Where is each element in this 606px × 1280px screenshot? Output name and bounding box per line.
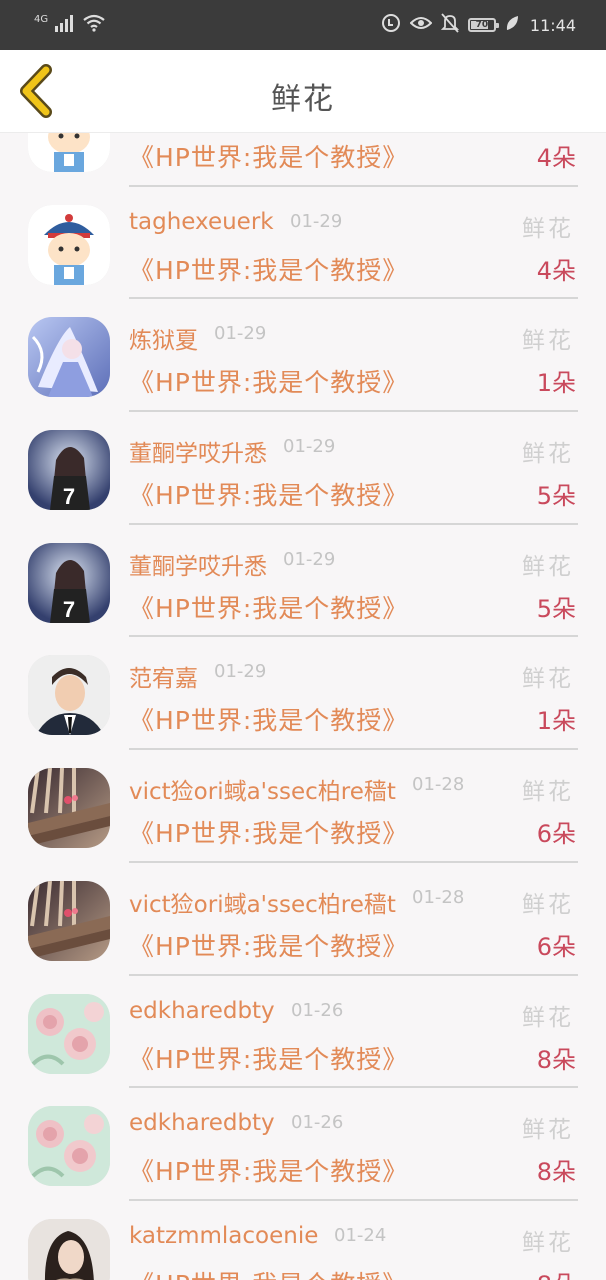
avatar[interactable] — [28, 204, 110, 285]
network-type: 4G — [34, 13, 49, 25]
user-name: taghexeuerk — [129, 208, 274, 235]
gift-date: 01-29 — [214, 661, 267, 683]
book-title: 《HP世界:我是个教授》 — [129, 931, 409, 961]
list-item[interactable]: 鲜花《HP世界:我是个教授》4朵 — [0, 132, 606, 187]
avatar[interactable] — [28, 1106, 110, 1187]
user-name: 董酮学哎升悉 — [129, 553, 267, 580]
clock: 11:44 — [529, 15, 576, 35]
mute-icon — [440, 13, 460, 37]
battery-icon: 70 — [467, 18, 499, 32]
signal-icon — [54, 14, 76, 36]
eye-icon — [409, 15, 433, 35]
avatar[interactable] — [28, 132, 110, 172]
user-name: katzmmlacoenie — [129, 1222, 319, 1249]
book-title: 《HP世界:我是个教授》 — [129, 1044, 409, 1074]
gift-type: 鲜花 — [522, 891, 574, 918]
book-title: 《HP世界:我是个教授》 — [129, 1157, 409, 1187]
book-title: 《HP世界:我是个教授》 — [129, 143, 409, 172]
page-title: 鲜花 — [271, 82, 335, 117]
book-title: 《HP世界:我是个教授》 — [129, 593, 409, 623]
svg-text:7: 7 — [63, 484, 75, 509]
gift-type: 鲜花 — [522, 328, 574, 355]
avatar[interactable] — [28, 880, 110, 961]
avatar[interactable] — [28, 768, 110, 849]
flower-count: 8朵 — [536, 1158, 576, 1187]
avatar[interactable]: 7 — [28, 430, 110, 511]
flower-count: 5朵 — [536, 594, 576, 623]
gift-type: 鲜花 — [522, 441, 574, 468]
book-title: 《HP世界:我是个教授》 — [129, 368, 409, 398]
flower-count: 5朵 — [536, 482, 576, 511]
flower-count: 1朵 — [536, 707, 576, 736]
book-title: 《HP世界:我是个教授》 — [129, 255, 409, 285]
book-title: 《HP世界:我是个教授》 — [129, 481, 409, 511]
user-name: vict猃ori蜮a'ssec柏re穑t — [129, 779, 396, 806]
list-item[interactable]: 7 董酮学哎升悉 01-29 鲜花《HP世界:我是个教授》 5朵 — [0, 525, 606, 638]
gift-date: 01-29 — [283, 548, 336, 570]
list-item[interactable]: 炼狱夏 01-29 鲜花《HP世界:我是个教授》 1朵 — [0, 299, 606, 413]
flower-count: 6朵 — [536, 820, 576, 849]
list-item[interactable]: vict猃ori蜮a'ssec柏re穑t 01-28 鲜花《HP世界:我是个教授》 6… — [0, 750, 606, 863]
user-name: 董酮学哎升悉 — [129, 441, 267, 468]
book-title: 《HP世界:我是个教授》 — [129, 1265, 408, 1280]
user-name: edkharedbty — [129, 1110, 275, 1137]
avatar[interactable] — [28, 1218, 110, 1280]
gift-date: 01-29 — [214, 323, 267, 345]
app-bar: 鲜花 — [0, 50, 606, 133]
gift-type: 鲜花 — [522, 666, 574, 693]
gift-date: 01-29 — [290, 210, 343, 232]
leaf-icon — [505, 15, 519, 35]
gift-type: 鲜花 — [522, 1004, 574, 1031]
list-item[interactable]: 7 董酮学哎升悉 01-29 鲜花《HP世界:我是个教授》 5朵 — [0, 412, 606, 525]
user-name: vict猃ori蜮a'ssec柏re穑t — [129, 891, 396, 918]
data-saver-icon — [381, 13, 401, 37]
list-item[interactable]: 范宥嘉 01-29 鲜花《HP世界:我是个教授》 1朵 — [0, 637, 606, 751]
gift-date: 01-24 — [334, 1224, 387, 1246]
user-name: edkharedbty — [129, 997, 275, 1024]
flower-count: 4朵 — [536, 144, 576, 172]
gift-type: 鲜花 — [522, 553, 574, 580]
flower-count: 8朵 — [536, 1045, 576, 1074]
gift-date: 01-26 — [291, 1112, 344, 1134]
avatar[interactable] — [28, 317, 110, 398]
status-left: 4G — [34, 12, 106, 38]
avatar[interactable] — [28, 655, 110, 736]
user-name: 范宥嘉 — [129, 666, 198, 693]
list-item[interactable]: edkharedbty 01-26 鲜花《HP世界:我是个教授》 8朵 — [0, 976, 606, 1089]
wifi-icon — [82, 14, 106, 36]
gift-type: 鲜花 — [522, 1229, 574, 1256]
book-title: 《HP世界:我是个教授》 — [129, 819, 409, 849]
list-item[interactable]: katzmmlacoenie 01-24 鲜花《HP世界:我是个教授》 8朵 — [0, 1201, 606, 1280]
user-name: 炼狱夏 — [129, 328, 198, 355]
gift-type: 鲜花 — [522, 779, 574, 806]
flower-count: 1朵 — [536, 369, 576, 398]
gift-date: 01-28 — [412, 774, 465, 796]
list-item[interactable]: edkharedbty 01-26 鲜花《HP世界:我是个教授》 8朵 — [0, 1088, 606, 1201]
flower-count: 6朵 — [536, 932, 576, 961]
book-title: 《HP世界:我是个教授》 — [129, 706, 409, 736]
list-item[interactable]: vict猃ori蜮a'ssec柏re穑t 01-28 鲜花《HP世界:我是个教授》 6… — [0, 863, 606, 976]
gift-date: 01-28 — [412, 886, 465, 908]
avatar[interactable] — [28, 993, 110, 1074]
avatar[interactable]: 7 — [28, 542, 110, 623]
gift-date: 01-29 — [283, 436, 336, 458]
status-bar: 4G 70 11:44 — [0, 0, 606, 50]
gift-type: 鲜花 — [522, 1117, 574, 1144]
gift-date: 01-26 — [291, 999, 344, 1021]
svg-text:7: 7 — [63, 597, 75, 622]
list-item[interactable]: taghexeuerk 01-29 鲜花《HP世界:我是个教授》 4朵 — [0, 187, 606, 300]
status-right: 70 11:44 — [381, 12, 576, 38]
battery-percent: 70 — [475, 20, 489, 30]
flower-count: 4朵 — [536, 256, 576, 285]
flower-count: 8朵 — [537, 1265, 576, 1280]
gift-type: 鲜花 — [522, 215, 574, 242]
flower-gift-list[interactable]: 鲜花《HP世界:我是个教授》4朵taghexeuerk01-29鲜花《HP世界:… — [0, 132, 606, 1280]
